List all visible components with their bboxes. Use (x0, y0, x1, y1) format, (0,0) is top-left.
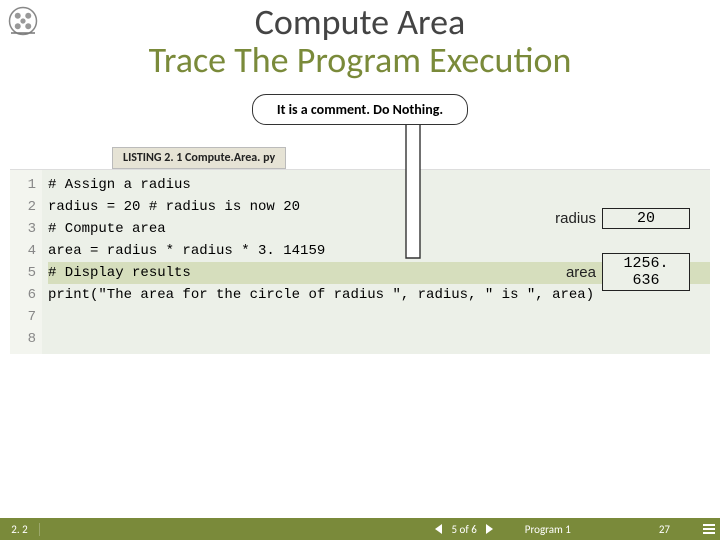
code-line: # Assign a radius (48, 174, 710, 196)
variable-trace: radius 20 area 1256. 636 (490, 208, 690, 315)
page-number: 27 (631, 523, 698, 536)
triangle-left-icon (435, 524, 442, 534)
variable-row: area 1256. 636 (490, 253, 690, 291)
menu-bar-icon (703, 532, 715, 534)
line-number: 2 (10, 196, 36, 218)
title-line-1: Compute Area (0, 4, 720, 42)
program-label: Program 1 (505, 523, 631, 536)
triangle-right-icon (486, 524, 493, 534)
callout: It is a comment. Do Nothing. (0, 94, 720, 125)
title-block: Compute Area Trace The Program Execution (0, 0, 720, 80)
line-number: 7 (10, 306, 36, 328)
line-number: 1 (10, 174, 36, 196)
line-gutter: 1 2 3 4 5 6 7 8 (10, 170, 42, 354)
section-number: 2. 2 (0, 523, 40, 536)
line-number: 6 (10, 284, 36, 306)
variable-row: radius 20 (490, 208, 690, 229)
line-number: 8 (10, 328, 36, 350)
line-number: 3 (10, 218, 36, 240)
listing-label: LISTING 2. 1 Compute.Area. py (112, 147, 286, 169)
title-line-2: Trace The Program Execution (0, 42, 720, 80)
menu-button[interactable] (698, 524, 720, 534)
callout-box: It is a comment. Do Nothing. (252, 94, 468, 125)
menu-bar-icon (703, 524, 715, 526)
callout-tail (405, 124, 421, 264)
slide-nav: 5 of 6 (424, 521, 505, 537)
line-number: 4 (10, 240, 36, 262)
variable-value: 1256. 636 (602, 253, 690, 291)
next-button[interactable] (481, 521, 499, 537)
variable-name: area (566, 264, 596, 281)
logo (8, 6, 38, 36)
variable-name: radius (555, 210, 596, 227)
line-number: 5 (10, 262, 36, 284)
menu-bar-icon (703, 528, 715, 530)
prev-button[interactable] (430, 521, 448, 537)
footer-bar: 2. 2 5 of 6 Program 1 27 (0, 518, 720, 540)
slide-position: 5 of 6 (452, 523, 477, 536)
variable-value: 20 (602, 208, 690, 229)
